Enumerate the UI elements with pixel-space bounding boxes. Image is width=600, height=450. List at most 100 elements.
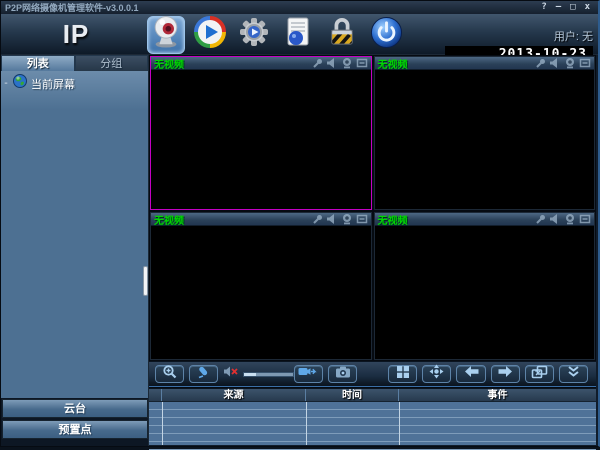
zoom-button[interactable] bbox=[155, 365, 184, 383]
table-row[interactable] bbox=[149, 410, 596, 418]
title-bar: P2P网络摄像机管理软件-v3.0.0.1 ? – □ x bbox=[1, 1, 598, 14]
window-controls: ? – □ x bbox=[541, 2, 598, 13]
camera-list-button[interactable] bbox=[147, 16, 185, 54]
log-button[interactable] bbox=[279, 16, 317, 54]
video-panel-1[interactable]: 无视频 bbox=[150, 56, 372, 210]
table-row[interactable] bbox=[149, 426, 596, 434]
mic-icon[interactable] bbox=[534, 57, 546, 69]
panel-header-icons bbox=[534, 213, 591, 225]
close-button[interactable]: x bbox=[585, 2, 590, 13]
maximize-button[interactable]: □ bbox=[570, 2, 575, 13]
table-row[interactable] bbox=[149, 418, 596, 426]
gear-icon bbox=[239, 17, 269, 52]
mute-control[interactable] bbox=[223, 365, 239, 383]
event-table: 来源 时间 事件 bbox=[149, 388, 596, 445]
splitter-handle[interactable] bbox=[143, 266, 148, 296]
tab-list[interactable]: 列表 bbox=[1, 55, 75, 71]
mic-icon[interactable] bbox=[534, 213, 546, 225]
tree-item-current-screen[interactable]: - 当前屏幕 bbox=[1, 71, 148, 96]
double-chevron-down-icon bbox=[566, 365, 581, 383]
column-separator bbox=[399, 402, 400, 445]
collapse-button[interactable] bbox=[559, 365, 588, 383]
panel-header-icons bbox=[311, 57, 368, 69]
preset-button[interactable]: 预置点 bbox=[2, 420, 148, 439]
no-video-label: 无视频 bbox=[154, 56, 184, 71]
lock-button[interactable] bbox=[323, 16, 361, 54]
speaker-icon[interactable] bbox=[549, 57, 561, 69]
four-direction-icon bbox=[429, 364, 444, 384]
event-table-header: 来源 时间 事件 bbox=[149, 389, 596, 402]
play-icon bbox=[194, 16, 226, 53]
record-button[interactable] bbox=[294, 365, 323, 383]
column-header-event[interactable]: 事件 bbox=[399, 389, 596, 401]
column-header-blank bbox=[149, 389, 162, 401]
table-row[interactable] bbox=[149, 402, 596, 410]
video-panel-header: 无视频 bbox=[375, 57, 595, 70]
event-table-body bbox=[149, 402, 596, 445]
minimize-box-icon[interactable] bbox=[356, 57, 368, 69]
window-title: P2P网络摄像机管理软件-v3.0.0.1 bbox=[1, 1, 139, 14]
no-video-label: 无视频 bbox=[154, 212, 184, 227]
webcam-icon[interactable] bbox=[564, 213, 576, 225]
sidebar: 列表 分组 - 当前屏幕 云台 预置点 bbox=[1, 55, 149, 446]
panel-header-icons bbox=[534, 57, 591, 69]
player-toolbar bbox=[149, 361, 596, 387]
volume-fill bbox=[244, 373, 256, 376]
grid-layout-button[interactable] bbox=[388, 365, 417, 383]
speaker-icon[interactable] bbox=[326, 213, 338, 225]
mic-icon[interactable] bbox=[311, 213, 323, 225]
lock-icon bbox=[328, 16, 356, 53]
video-panel-3[interactable]: 无视频 bbox=[150, 212, 372, 360]
sidebar-tabs: 列表 分组 bbox=[1, 55, 148, 71]
speaker-icon[interactable] bbox=[326, 57, 338, 69]
snapshot-button[interactable] bbox=[328, 365, 357, 383]
table-row[interactable] bbox=[149, 434, 596, 442]
no-video-label: 无视频 bbox=[378, 212, 408, 227]
help-button[interactable]: ? bbox=[541, 2, 546, 13]
minimize-box-icon[interactable] bbox=[356, 213, 368, 225]
no-video-label: 无视频 bbox=[378, 56, 408, 71]
next-button[interactable] bbox=[491, 365, 520, 383]
webcam-icon[interactable] bbox=[564, 57, 576, 69]
volume-slider[interactable] bbox=[243, 372, 293, 377]
arrow-right-icon bbox=[497, 365, 514, 383]
tree-expander[interactable]: - bbox=[3, 78, 13, 89]
cycle-button[interactable] bbox=[525, 365, 554, 383]
ptz-button[interactable]: 云台 bbox=[2, 399, 148, 418]
settings-button[interactable] bbox=[235, 16, 273, 54]
column-separator bbox=[306, 402, 307, 445]
minimize-box-icon[interactable] bbox=[579, 57, 591, 69]
globe-icon bbox=[13, 74, 27, 93]
speaker-icon[interactable] bbox=[549, 213, 561, 225]
pan-fullscreen-button[interactable] bbox=[422, 365, 451, 383]
power-button[interactable] bbox=[367, 16, 405, 54]
speaker-muted-icon bbox=[223, 365, 239, 383]
webcam-icon bbox=[150, 15, 182, 54]
webcam-icon[interactable] bbox=[341, 213, 353, 225]
minimize-button[interactable]: – bbox=[556, 2, 561, 13]
user-label: 用户: 无 bbox=[445, 28, 593, 44]
grid-2x2-icon bbox=[396, 365, 410, 384]
app-window: P2P网络摄像机管理软件-v3.0.0.1 ? – □ x IP CAMERA bbox=[0, 0, 600, 447]
power-icon bbox=[370, 16, 403, 54]
video-camera-arrow-icon bbox=[298, 365, 318, 383]
webcam-icon[interactable] bbox=[341, 57, 353, 69]
prev-button[interactable] bbox=[456, 365, 485, 383]
video-panel-4[interactable]: 无视频 bbox=[374, 212, 596, 360]
document-icon bbox=[284, 16, 312, 53]
table-row[interactable] bbox=[149, 442, 596, 450]
talk-mic-button[interactable] bbox=[189, 365, 218, 383]
photo-camera-icon bbox=[334, 365, 352, 384]
device-tree: - 当前屏幕 bbox=[1, 71, 148, 398]
tab-group[interactable]: 分组 bbox=[75, 55, 149, 71]
tree-item-label: 当前屏幕 bbox=[31, 76, 75, 92]
column-header-source[interactable]: 来源 bbox=[162, 389, 306, 401]
column-header-time[interactable]: 时间 bbox=[306, 389, 399, 401]
minimize-box-icon[interactable] bbox=[579, 213, 591, 225]
video-panel-header: 无视频 bbox=[151, 57, 371, 70]
playback-button[interactable] bbox=[191, 16, 229, 54]
video-panel-2[interactable]: 无视频 bbox=[374, 56, 596, 210]
video-panel-header: 无视频 bbox=[375, 213, 595, 226]
mic-icon[interactable] bbox=[311, 57, 323, 69]
main-toolbar bbox=[147, 14, 411, 55]
